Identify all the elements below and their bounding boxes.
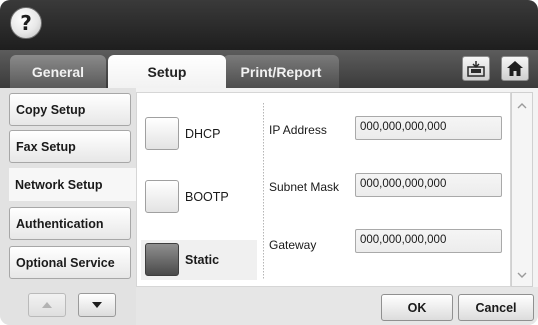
ok-button[interactable]: OK [381, 294, 453, 321]
top-bar: ? [0, 0, 538, 50]
sidebar-item-optional-service[interactable]: Optional Service [9, 246, 131, 279]
sidebar: Copy Setup Fax Setup Network Setup Authe… [0, 88, 136, 325]
ip-address-field[interactable]: 000,000,000,000 [355, 116, 502, 140]
scroll-up-button[interactable] [512, 95, 532, 117]
subnet-mask-label: Subnet Mask [269, 180, 340, 194]
static-option-button[interactable] [145, 243, 179, 276]
chevron-up-icon [517, 103, 527, 109]
subnet-mask-field[interactable]: 000,000,000,000 [355, 173, 502, 197]
triangle-up-icon [42, 302, 52, 308]
gateway-label: Gateway [269, 238, 317, 252]
sidebar-item-authentication[interactable]: Authentication [9, 207, 131, 240]
gateway-field[interactable]: 000,000,000,000 [355, 229, 502, 253]
save-to-tray-icon [467, 60, 485, 77]
save-to-tray-button[interactable] [462, 56, 490, 81]
printer-setup-screen: ? General Print/Report Setup Copy Setup … [0, 0, 538, 325]
home-button[interactable] [501, 56, 529, 81]
chevron-down-icon [517, 272, 527, 278]
help-button[interactable]: ? [10, 7, 42, 39]
sidebar-item-fax-setup[interactable]: Fax Setup [9, 130, 131, 163]
static-option-label: Static [185, 253, 220, 267]
question-circle-icon: ? [20, 11, 32, 35]
cancel-button[interactable]: Cancel [458, 294, 534, 321]
panel-scrollbar[interactable] [511, 92, 533, 287]
sidebar-item-copy-setup[interactable]: Copy Setup [9, 93, 131, 126]
triangle-down-icon [92, 302, 102, 308]
sidebar-scroll-up-button[interactable] [28, 293, 66, 317]
sidebar-scroll-down-button[interactable] [78, 293, 116, 317]
scroll-down-button[interactable] [512, 264, 532, 286]
sidebar-item-network-setup[interactable]: Network Setup [9, 168, 136, 201]
bootp-option-button[interactable] [145, 180, 179, 213]
ip-address-label: IP Address [269, 123, 327, 137]
tab-general[interactable]: General [10, 55, 106, 88]
home-icon [507, 61, 523, 76]
dhcp-option-button[interactable] [145, 117, 179, 150]
tab-print-report[interactable]: Print/Report [223, 55, 339, 88]
dhcp-option-label: DHCP [185, 127, 221, 141]
tab-setup[interactable]: Setup [108, 55, 226, 88]
content-area: Copy Setup Fax Setup Network Setup Authe… [0, 88, 538, 325]
bootp-option-label: BOOTP [185, 190, 229, 204]
panel-divider [263, 103, 264, 279]
network-settings-panel: DHCP BOOTP Static IP Address 000,000,000… [136, 92, 511, 287]
tab-bar: General Print/Report Setup [0, 50, 538, 88]
